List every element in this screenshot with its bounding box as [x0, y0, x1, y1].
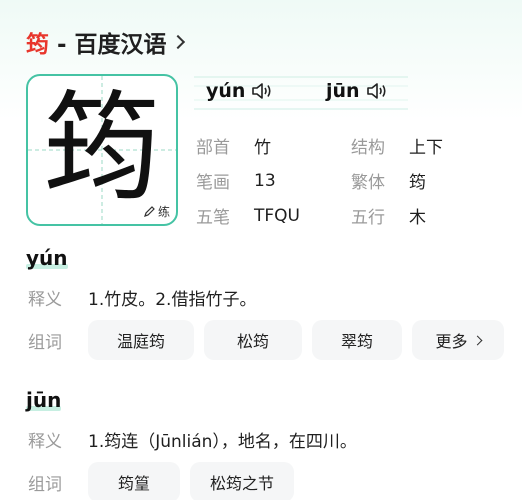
- attribute-row: 部首 竹 结构 上下: [196, 128, 506, 163]
- attr-value: TFQU: [254, 205, 300, 226]
- attr-value: 竹: [254, 138, 271, 158]
- pinyin-yun[interactable]: yún: [206, 80, 273, 102]
- pinyin-text: jūn: [326, 80, 360, 102]
- word-chip[interactable]: 翠筠: [312, 320, 402, 360]
- attr-value: 13: [254, 170, 276, 191]
- attr-label: 五行: [351, 208, 385, 228]
- attr-label: 繁体: [351, 173, 385, 193]
- pinyin-text: yún: [206, 80, 246, 102]
- pencil-icon: [144, 206, 155, 217]
- more-label: 更多: [435, 332, 468, 351]
- attr-value: 木: [409, 208, 426, 228]
- definition-label: 释义: [28, 432, 62, 452]
- word-chip[interactable]: 松筠之节: [190, 462, 294, 500]
- chevron-right-icon: [472, 335, 482, 345]
- attr-label: 五笔: [196, 208, 230, 228]
- definition-text: 1.筠连（Jūnlián），地名，在四川。: [88, 432, 357, 452]
- sense-pinyin: jūn: [26, 388, 62, 412]
- glyph-card: 筠 练: [26, 74, 178, 226]
- sense-definition: 释义 1.竹皮。2.借指竹子。: [28, 285, 256, 310]
- chevron-right-icon: [170, 34, 185, 50]
- attr-label: 结构: [351, 138, 385, 158]
- more-words-button[interactable]: 更多: [412, 320, 504, 360]
- sense-pinyin-text: jūn: [26, 388, 62, 412]
- definition-text: 1.竹皮。2.借指竹子。: [88, 290, 257, 310]
- attr-label: 笔画: [196, 173, 230, 193]
- pinyin-row: yún jūn: [194, 76, 408, 110]
- sense-pinyin: yún: [26, 246, 68, 270]
- definition-label: 释义: [28, 290, 62, 310]
- page-header[interactable]: 筠 - 百度汉语: [26, 22, 185, 62]
- attr-label: 部首: [196, 138, 230, 158]
- practice-button[interactable]: 练: [143, 203, 170, 220]
- attribute-table: 部首 竹 结构 上下 笔画 13 繁体 筠 五笔 TFQU 五行 木: [196, 128, 506, 233]
- attr-value: 上下: [409, 138, 443, 158]
- attribute-row: 五笔 TFQU 五行 木: [196, 198, 506, 233]
- speaker-icon[interactable]: [366, 81, 388, 101]
- word-list: 组词 筠篁 松筠之节: [28, 462, 304, 500]
- words-label: 组词: [28, 474, 62, 495]
- words-label: 组词: [28, 332, 62, 353]
- sense-definition: 释义 1.筠连（Jūnlián），地名，在四川。: [28, 427, 357, 452]
- word-list: 组词 温庭筠 松筠 翠筠 更多: [28, 320, 504, 360]
- header-char: 筠: [26, 32, 49, 58]
- word-chip[interactable]: 松筠: [204, 320, 302, 360]
- practice-label: 练: [157, 205, 170, 219]
- glyph-char: 筠: [42, 79, 161, 217]
- sense-pinyin-text: yún: [26, 246, 68, 270]
- word-chip[interactable]: 温庭筠: [88, 320, 194, 360]
- header-title: - 百度汉语: [57, 32, 167, 58]
- page: 筠 - 百度汉语 筠 练 yún jūn 部首 竹 结构 上下 笔画 13 繁体…: [0, 0, 522, 500]
- attribute-row: 笔画 13 繁体 筠: [196, 163, 506, 198]
- pinyin-jun[interactable]: jūn: [326, 80, 388, 102]
- speaker-icon[interactable]: [251, 81, 273, 101]
- attr-value: 筠: [409, 173, 426, 193]
- word-chip[interactable]: 筠篁: [88, 462, 180, 500]
